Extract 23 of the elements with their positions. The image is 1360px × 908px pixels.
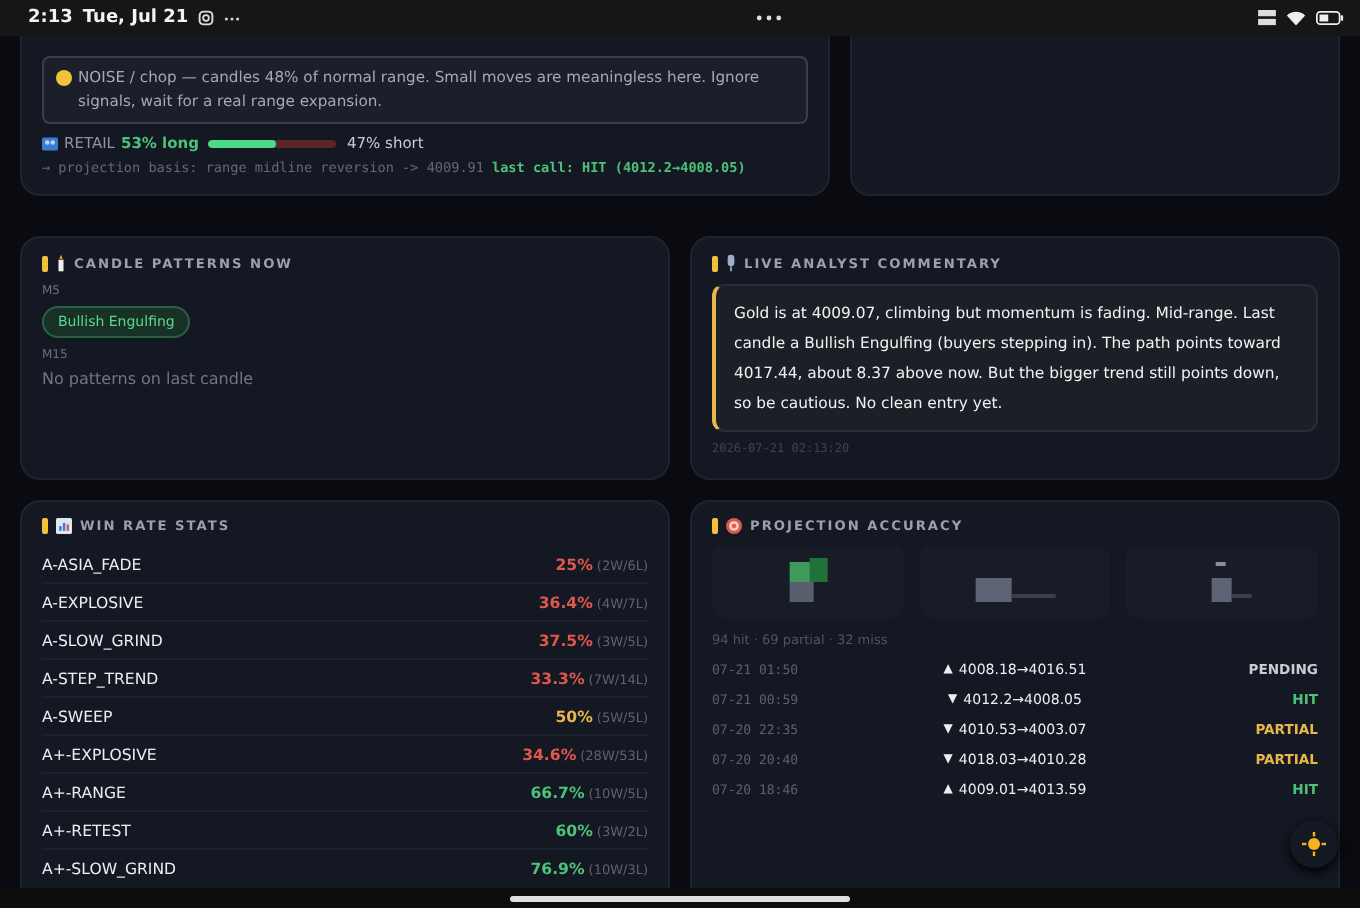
- bar-chart-icon: [56, 518, 72, 534]
- wifi-icon: [1286, 10, 1306, 26]
- title-marker: [42, 518, 48, 534]
- title-marker: [712, 518, 718, 534]
- microphone-icon: [726, 254, 736, 272]
- more-icon: [224, 15, 241, 21]
- sun-icon: [1302, 832, 1326, 856]
- empty-message: No patterns on last candle: [42, 370, 256, 388]
- people-icon: [42, 135, 58, 151]
- battery-icon: [1316, 10, 1344, 26]
- blurred-chart-icon: [1212, 562, 1253, 602]
- blurred-chart-icon: [975, 578, 1055, 602]
- more-icon[interactable]: [756, 14, 783, 22]
- emoji-icon: [56, 70, 72, 86]
- candle-icon: [56, 254, 66, 272]
- status-time: 2:13: [28, 8, 73, 28]
- title-marker: [712, 255, 718, 271]
- camera-icon: [198, 10, 215, 26]
- home-indicator[interactable]: [510, 895, 850, 901]
- status-date: Tue, Jul 21: [82, 8, 189, 28]
- blurred-chart-icon: [789, 558, 828, 602]
- title-marker: [42, 255, 48, 271]
- target-icon: [726, 518, 742, 534]
